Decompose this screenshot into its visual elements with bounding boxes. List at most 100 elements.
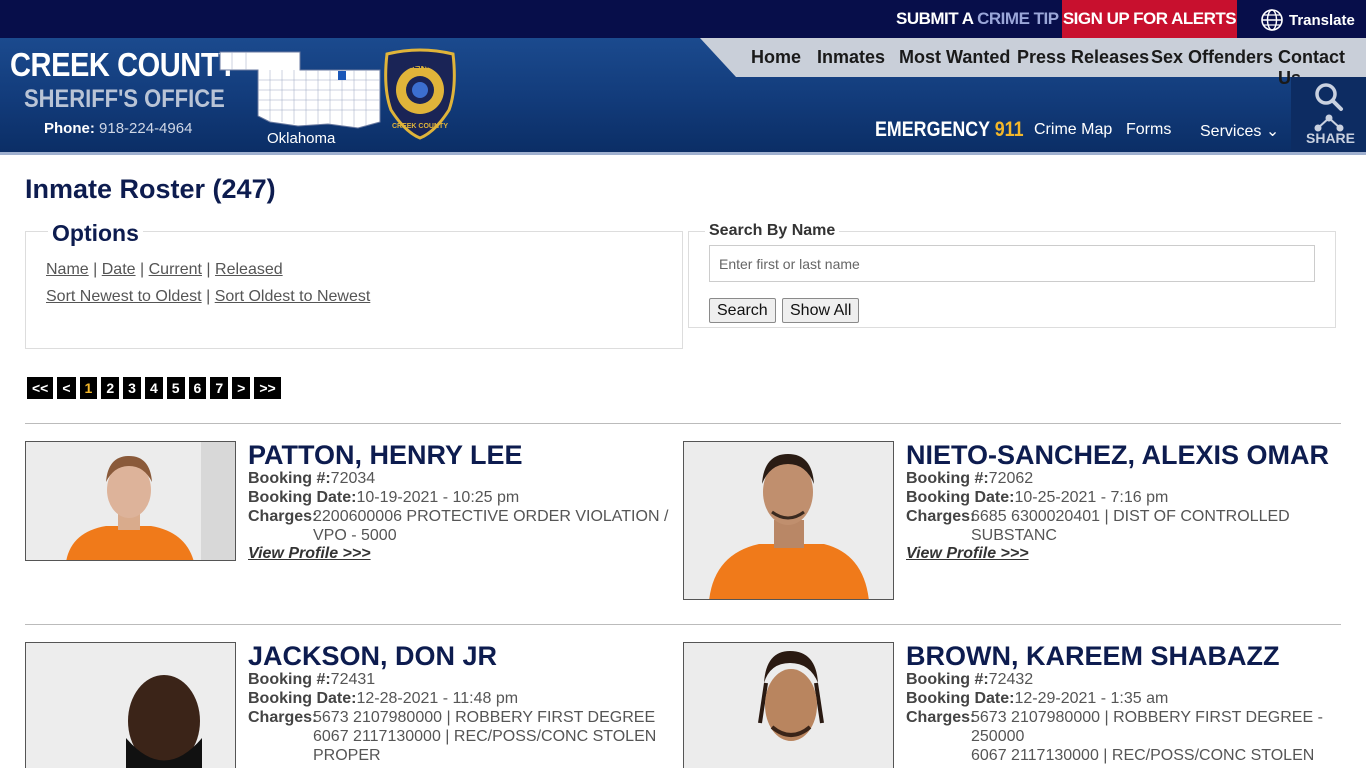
booking-date: Booking Date:12-28-2021 - 11:48 pm [248,689,518,708]
nav-press-releases[interactable]: Press Releases [1017,47,1149,68]
booking-date-value: 10-19-2021 - 10:25 pm [356,489,520,506]
phone-number: 918-224-4964 [99,120,193,137]
sort-by-name[interactable]: Name [46,261,89,278]
inmate-name[interactable]: JACKSON, DON JR [248,641,497,672]
crime-tip-highlight: CRIME TIP [977,9,1059,28]
sign-up-alerts-button[interactable]: SIGN UP FOR ALERTS ❯ [1062,0,1237,66]
booking-number-value: 72062 [988,470,1034,487]
booking-date: Booking Date:10-19-2021 - 10:25 pm [248,488,519,507]
emergency-911: 911 [994,118,1024,141]
view-profile-link[interactable]: View Profile >>> [906,545,1029,563]
options-title: Options [48,220,143,247]
booking-date-label: Booking Date: [906,690,1015,707]
pager-next[interactable]: > [232,377,251,399]
charge-line: 5673 2107980000 | ROBBERY FIRST DEGREE - [971,709,1323,726]
sort-order-links: Sort Newest to Oldest | Sort Oldest to N… [46,288,370,306]
translate-button[interactable]: Translate [1260,7,1355,33]
charge-line: 2200600006 PROTECTIVE ORDER VIOLATION / [313,508,669,525]
charge-line: 6067 2117130000 | REC/POSS/CONC STOLEN [313,728,657,745]
charges-label-text: Charges: [906,709,976,726]
translate-label: Translate [1289,11,1355,29]
charge-line: PROPER [313,747,381,764]
sort-newest-to-oldest[interactable]: Sort Newest to Oldest [46,288,202,305]
booking-date-label: Booking Date: [248,690,357,707]
emergency-number[interactable]: EMERGENCY 911 [875,118,1024,142]
mugshot-image [684,442,893,599]
emergency-label: EMERGENCY [875,118,990,141]
booking-number-label: Booking #: [906,671,989,688]
map-state-label: Oklahoma [267,130,336,147]
nav-home[interactable]: Home [751,47,801,68]
search-icon[interactable] [1314,82,1344,112]
mugshot-image [26,442,235,560]
booking-number-label: Booking #: [906,470,989,487]
sort-oldest-to-newest[interactable]: Sort Oldest to Newest [215,288,371,305]
search-button[interactable]: Search [709,298,776,323]
subnav-services[interactable]: Services ⌄ [1200,121,1279,141]
booking-date-label: Booking Date: [906,489,1015,506]
badge-text-top: SHERIFF [401,60,440,70]
booking-number: Booking #:72431 [248,670,375,689]
pager-page-4[interactable]: 4 [144,377,163,399]
subnav-forms[interactable]: Forms [1126,121,1171,139]
booking-date: Booking Date:12-29-2021 - 1:35 am [906,689,1168,708]
filter-released[interactable]: Released [215,261,283,278]
charges-label-text: Charges: [248,508,318,525]
pager-page-6[interactable]: 6 [188,377,207,399]
subnav-crime-map[interactable]: Crime Map [1034,121,1112,139]
booking-date-value: 12-28-2021 - 11:48 pm [356,690,519,707]
show-all-button[interactable]: Show All [782,298,860,323]
sort-by-links: Name | Date | Current | Released [46,261,283,279]
alerts-label: SIGN UP FOR ALERTS [1062,9,1237,28]
inmate-name[interactable]: BROWN, KAREEM SHABAZZ [906,641,1279,672]
nav-sex-offenders[interactable]: Sex Offenders [1151,47,1273,68]
inmate-photo[interactable] [25,642,236,768]
pager-page-1[interactable]: 1 [79,377,98,399]
inmate-photo[interactable] [25,441,236,561]
crime-tip-label: SUBMIT A [896,9,978,28]
pager-first[interactable]: << [27,377,54,399]
nav-inmates[interactable]: Inmates [817,47,885,68]
pagination: << < 1 2 3 4 5 6 7 > >> [27,377,281,399]
charges-label: Charges: [906,708,975,727]
phone-label: Phone: [44,120,95,137]
pager-page-7[interactable]: 7 [210,377,229,399]
separator: | [93,261,98,278]
charge-line: 5673 2107980000 | ROBBERY FIRST DEGREE [313,709,656,726]
services-label: Services [1200,123,1262,140]
search-name-input[interactable] [709,245,1315,282]
divider [25,423,1341,424]
inmate-name[interactable]: NIETO-SANCHEZ, ALEXIS OMAR [906,440,1329,471]
sheriff-badge-icon[interactable]: SHERIFF CREEK COUNTY [383,48,457,140]
pager-last[interactable]: >> [254,377,281,399]
charge-line: 6067 2117130000 | REC/POSS/CONC STOLEN [971,747,1315,764]
pager-prev[interactable]: < [57,377,76,399]
charges-label: Charges: [248,507,317,526]
charges-label-text: Charges: [906,508,976,525]
inmate-name[interactable]: PATTON, HENRY LEE [248,440,523,471]
booking-number-label: Booking #: [248,671,331,688]
oklahoma-map-icon [219,51,381,129]
pager-page-5[interactable]: 5 [166,377,185,399]
sort-by-date[interactable]: Date [102,261,136,278]
charge-line: VPO - 5000 [313,527,397,544]
filter-current[interactable]: Current [149,261,202,278]
charges-label: Charges: [906,507,975,526]
brand-office-name[interactable]: SHERIFF'S OFFICE [24,85,225,114]
inmate-photo[interactable] [683,642,894,768]
charge-line: SUBSTANC [971,527,1057,544]
share-label[interactable]: SHARE [1306,130,1355,146]
submit-crime-tip-link[interactable]: SUBMIT A CRIME TIP ❯ [896,0,1077,38]
pager-page-2[interactable]: 2 [101,377,120,399]
inmate-photo[interactable] [683,441,894,600]
chevron-down-icon: ⌄ [1265,123,1280,140]
separator: | [206,261,211,278]
charges-label-text: Charges: [248,709,318,726]
booking-number: Booking #:72432 [906,670,1033,689]
search-title: Search By Name [705,222,840,240]
brand-county-name[interactable]: CREEK COUNTY [10,46,238,84]
pager-page-3[interactable]: 3 [123,377,141,399]
view-profile-link[interactable]: View Profile >>> [248,545,371,563]
nav-most-wanted[interactable]: Most Wanted [899,47,1010,68]
booking-date: Booking Date:10-25-2021 - 7:16 pm [906,488,1168,507]
